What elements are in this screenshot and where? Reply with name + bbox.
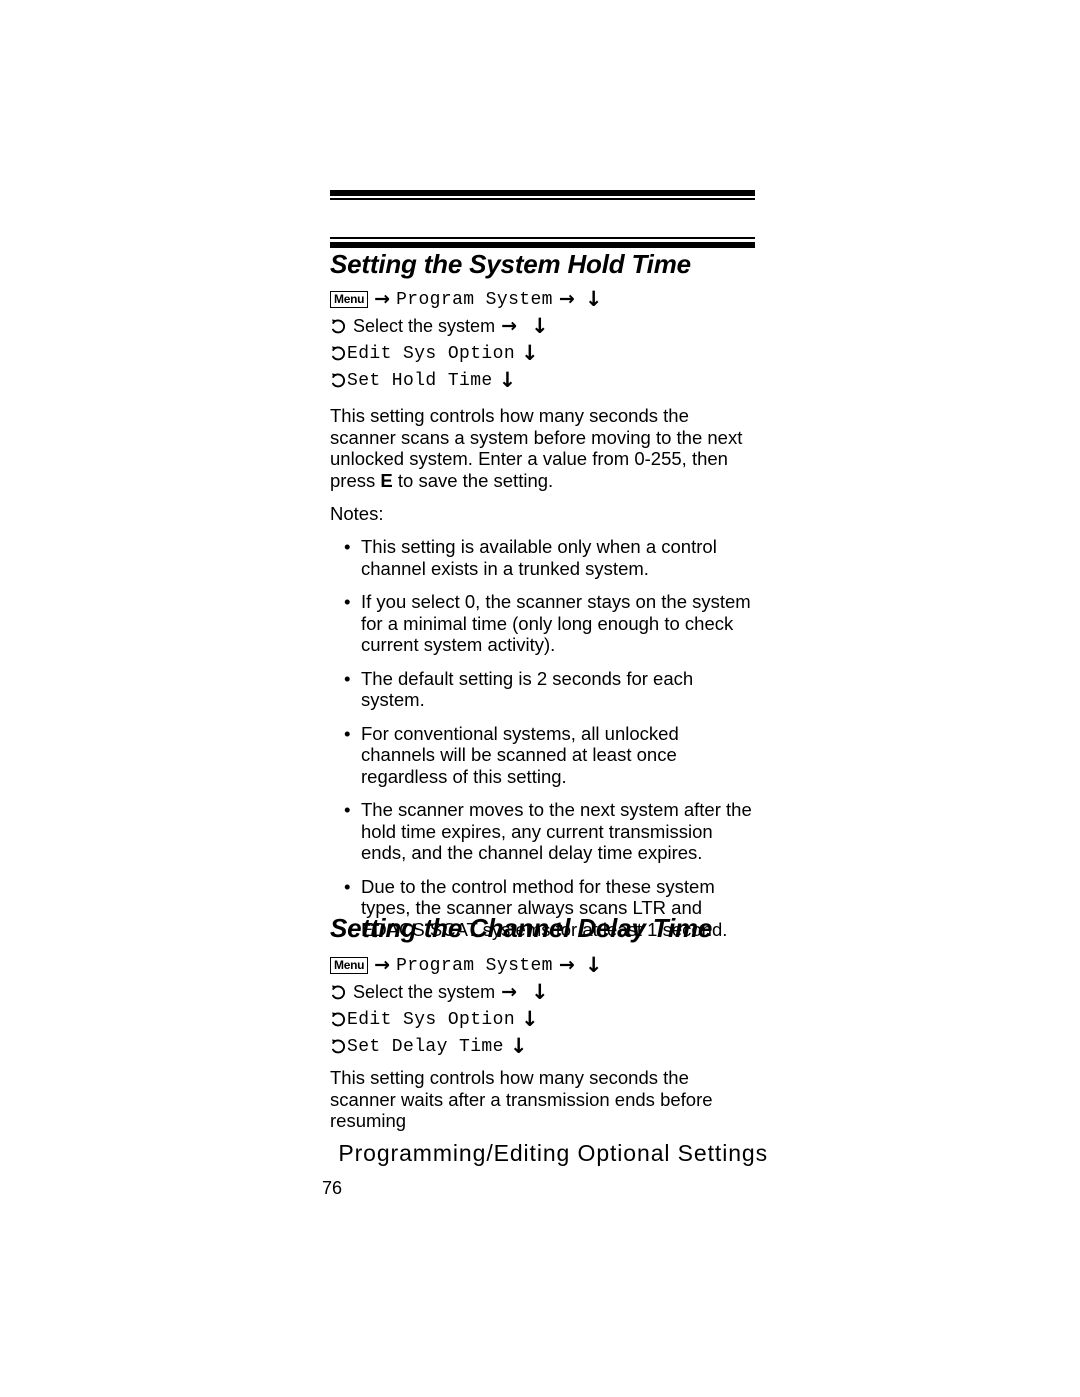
arrow-down-icon: ↓ — [509, 1034, 528, 1058]
arrow-right-icon: → — [558, 954, 575, 976]
notes-list: • This setting is available only when a … — [330, 536, 755, 952]
list-item: • For conventional systems, all unlocked… — [330, 723, 755, 788]
menu-item-label: Edit Sys Option — [347, 343, 516, 364]
menu-path-row: Menu → Program System → ↓ — [330, 286, 760, 313]
bullet-icon: • — [344, 591, 351, 612]
notes-label: Notes: — [330, 503, 384, 524]
arrow-down-icon: ↓ — [530, 980, 549, 1004]
menu-key-button[interactable]: Menu — [330, 957, 369, 974]
menu-path-row: Edit Sys Option ↓ — [330, 1006, 760, 1033]
list-item: • The scanner moves to the next system a… — [330, 799, 755, 864]
key-emphasis-e: E — [380, 469, 393, 491]
menu-item-label: Select the system — [353, 316, 496, 336]
menu-item-label: Edit Sys Option — [347, 1009, 516, 1030]
list-item: • This setting is available only when a … — [330, 536, 755, 579]
rotate-knob-icon — [330, 371, 347, 391]
header-rule-top — [330, 190, 755, 200]
rule-thick-line — [330, 242, 755, 248]
menu-path-row: Menu → Program System → ↓ — [330, 952, 760, 979]
list-item-text: The default setting is 2 seconds for eac… — [361, 667, 694, 711]
list-item: • The default setting is 2 seconds for e… — [330, 668, 755, 711]
page-number: 76 — [322, 1178, 343, 1198]
paragraph-text-tail: to save the setting. — [392, 469, 554, 491]
list-item-text: This setting is available only when a co… — [361, 536, 717, 579]
menu-item-label: Set Delay Time — [347, 1036, 504, 1057]
menu-key-button[interactable]: Menu — [330, 291, 369, 308]
section-heading-system-hold-time: Setting the System Hold Time — [330, 249, 691, 279]
bullet-icon: • — [344, 536, 351, 557]
menu-path-system-hold-time: Menu → Program System → ↓ Select the sys… — [330, 286, 760, 394]
rotate-knob-icon — [330, 1037, 347, 1057]
rotate-knob-icon — [330, 344, 347, 364]
list-item-text: For conventional systems, all unlocked c… — [361, 722, 679, 787]
paragraph-hold-description: This setting controls how many seconds t… — [330, 405, 750, 491]
rotate-knob-icon — [330, 983, 347, 1003]
list-item-text: If you select 0, the scanner stays on th… — [361, 591, 751, 655]
menu-path-channel-delay-time: Menu → Program System → ↓ Select the sys… — [330, 952, 760, 1060]
menu-item-label: Program System — [396, 289, 553, 310]
rule-thin-line — [330, 198, 755, 200]
heading-rule — [330, 237, 755, 248]
menu-path-row: Edit Sys Option ↓ — [330, 340, 760, 367]
bullet-icon: • — [344, 875, 351, 897]
menu-path-row: Set Hold Time ↓ — [330, 367, 760, 394]
menu-path-row: Select the system → ↓ — [330, 313, 760, 340]
paragraph-delay-description: This setting controls how many seconds t… — [330, 1067, 713, 1132]
footer-running-title: Programming/Editing Optional Settings — [338, 1140, 768, 1166]
bullet-icon: • — [344, 667, 351, 689]
bullet-icon: • — [344, 799, 351, 820]
arrow-down-icon: ↓ — [530, 314, 549, 338]
rule-thin-line — [330, 237, 755, 239]
section-heading-channel-delay-time: Setting the Channel Delay Time — [330, 913, 713, 943]
arrow-right-icon: → — [501, 981, 517, 1003]
bullet-icon: • — [344, 722, 351, 744]
rotate-knob-icon — [330, 317, 347, 337]
arrow-right-icon: → — [374, 954, 391, 976]
rotate-knob-icon — [330, 1010, 347, 1030]
list-item-text: The scanner moves to the next system aft… — [361, 799, 752, 863]
arrow-right-icon: → — [374, 288, 391, 310]
menu-path-row: Set Delay Time ↓ — [330, 1033, 760, 1060]
menu-item-label: Program System — [396, 955, 553, 976]
arrow-down-icon: ↓ — [521, 341, 539, 365]
document-page: Setting the System Hold Time Menu → Prog… — [0, 0, 1080, 1397]
rule-thick-line — [330, 190, 755, 196]
arrow-down-icon: ↓ — [521, 1007, 539, 1031]
arrow-down-icon: ↓ — [584, 953, 603, 977]
arrow-down-icon: ↓ — [584, 287, 603, 311]
arrow-down-icon: ↓ — [498, 368, 517, 392]
menu-item-label: Select the system — [353, 982, 496, 1002]
list-item: • If you select 0, the scanner stays on … — [330, 591, 755, 656]
arrow-right-icon: → — [558, 288, 575, 310]
menu-item-label: Set Hold Time — [347, 370, 493, 391]
arrow-right-icon: → — [501, 315, 517, 337]
menu-path-row: Select the system → ↓ — [330, 979, 760, 1006]
